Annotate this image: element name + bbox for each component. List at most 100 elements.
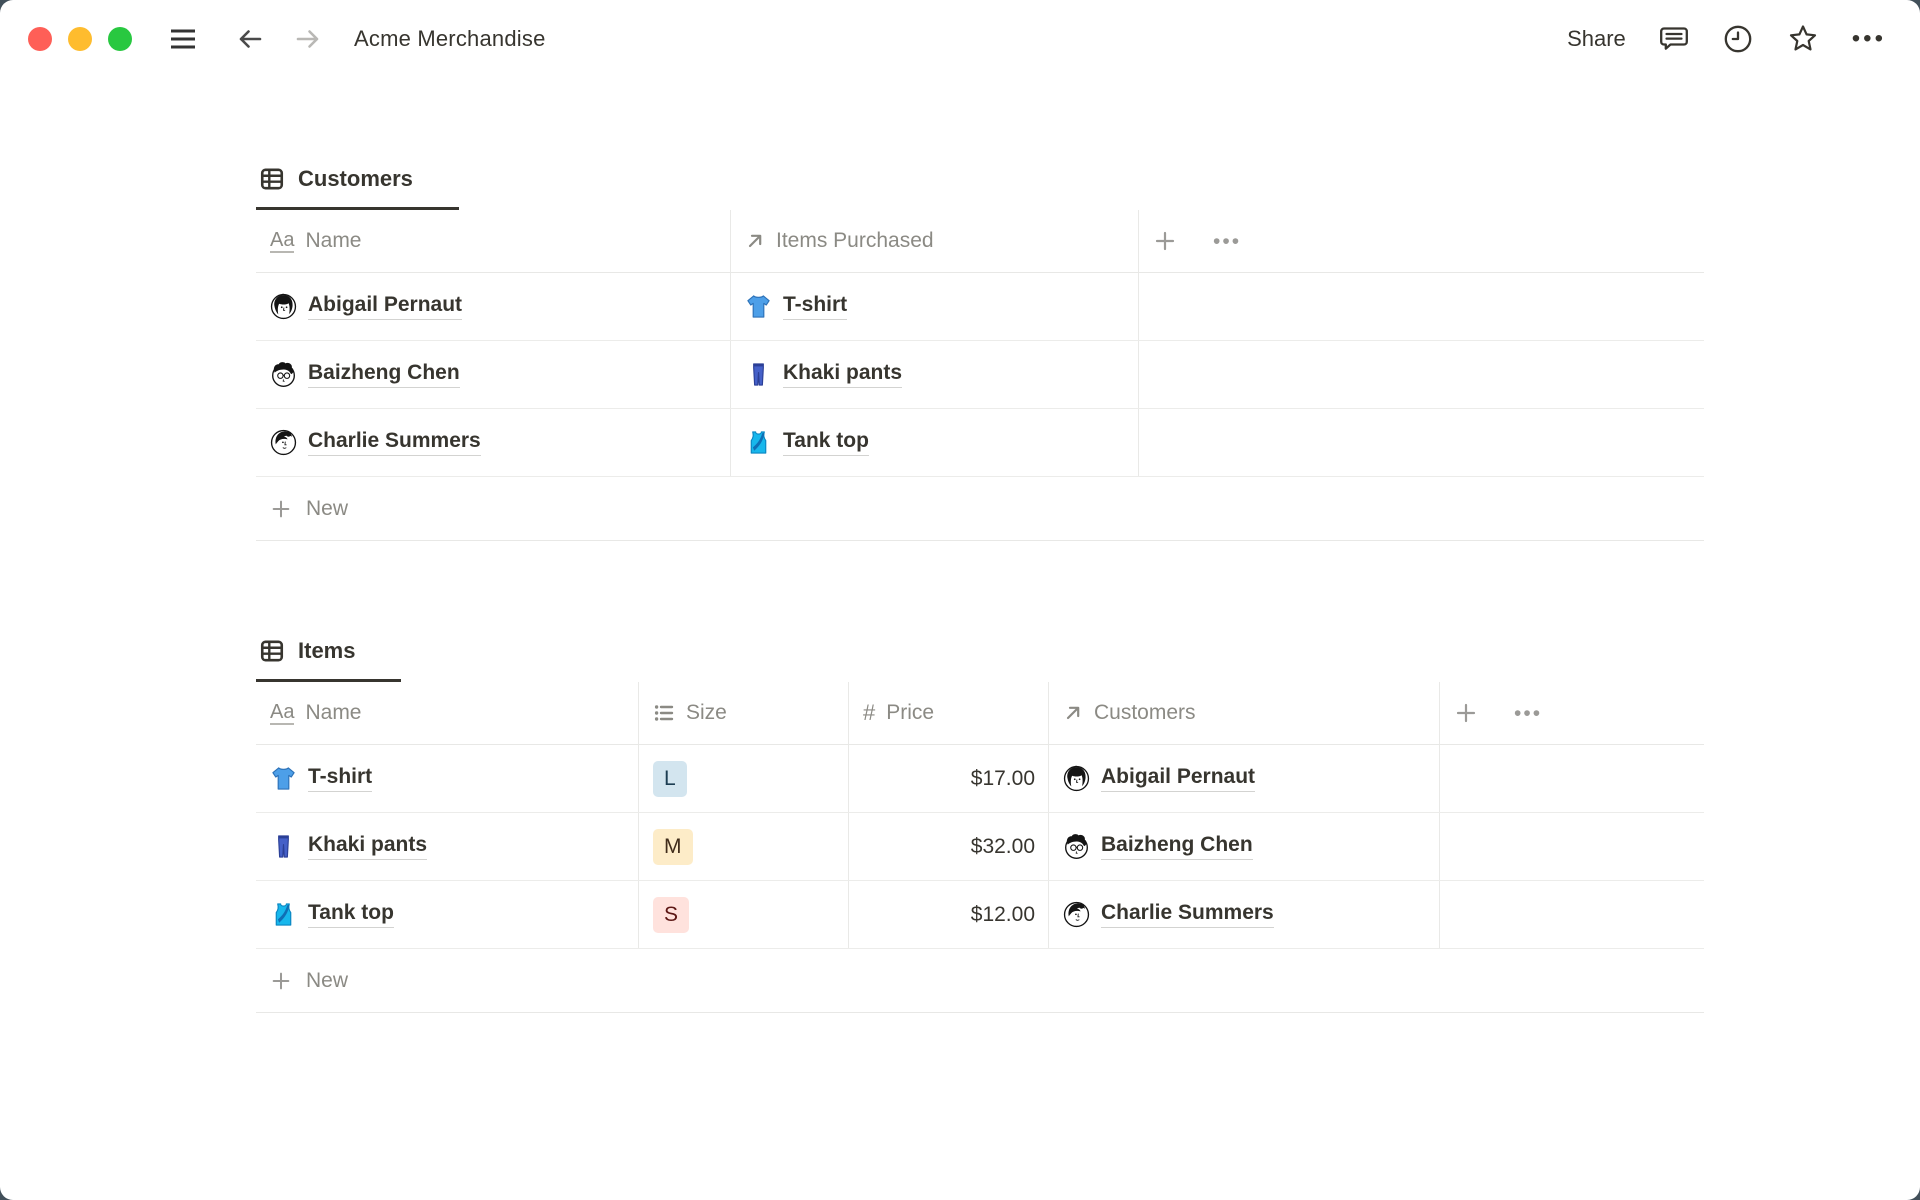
size-badge[interactable]: L: [653, 760, 687, 797]
traffic-lights: [28, 27, 132, 51]
add-column-button[interactable]: [1454, 701, 1478, 725]
comments-button[interactable]: [1658, 23, 1690, 55]
customers-header-row: Aa Name Items Purchased •••: [256, 210, 1704, 273]
size-cell[interactable]: S: [639, 881, 849, 948]
item-link[interactable]: Khaki pants: [745, 361, 903, 388]
relation-property-icon: [1063, 700, 1083, 727]
price-cell[interactable]: $17.00: [849, 745, 1049, 812]
size-badge[interactable]: S: [653, 896, 690, 933]
column-header-name[interactable]: Aa Name: [256, 682, 639, 744]
tanktop-icon: [270, 901, 297, 928]
customers-cell[interactable]: Charlie Summers: [1049, 881, 1440, 948]
tab-label: Items: [298, 637, 356, 663]
table-view-icon: [258, 165, 285, 192]
item-link[interactable]: Tank top: [745, 429, 869, 456]
price-cell[interactable]: $32.00: [849, 813, 1049, 880]
jeans-icon: [745, 361, 772, 388]
tshirt-icon: [270, 765, 297, 792]
new-item-row-button[interactable]: New: [256, 949, 1704, 1013]
name-cell[interactable]: Khaki pants: [256, 813, 639, 880]
items-purchased-cell[interactable]: T-shirt: [731, 273, 1139, 340]
tshirt-icon: [745, 293, 772, 320]
item-link[interactable]: Khaki pants: [270, 833, 428, 860]
star-icon: [1786, 22, 1820, 56]
table-view-icon: [258, 637, 285, 664]
tab-items[interactable]: Items: [256, 637, 402, 682]
forward-button[interactable]: [294, 25, 322, 53]
name-cell[interactable]: Baizheng Chen: [256, 341, 731, 408]
tanktop-icon: [745, 429, 772, 456]
customers-cell[interactable]: Abigail Pernaut: [1049, 745, 1440, 812]
back-arrow-icon: [236, 25, 264, 53]
abigail-avatar: [1063, 765, 1090, 792]
more-options-button[interactable]: •••: [1852, 27, 1886, 51]
forward-arrow-icon: [294, 25, 322, 53]
page-title: Acme Merchandise: [354, 26, 546, 51]
column-header-items-purchased[interactable]: Items Purchased: [731, 210, 1139, 272]
clock-icon: [1722, 23, 1754, 55]
customer-row[interactable]: Abigail Pernaut T-shirt: [256, 273, 1704, 341]
customer-link[interactable]: Abigail Pernaut: [270, 293, 463, 320]
favorite-button[interactable]: [1786, 22, 1820, 56]
add-column-button[interactable]: [1153, 229, 1177, 253]
back-button[interactable]: [236, 25, 264, 53]
new-customer-row-button[interactable]: New: [256, 477, 1704, 541]
app-window: Acme Merchandise Share ••• Customers Aa …: [0, 0, 1920, 1200]
select-property-icon: [653, 700, 675, 727]
items-header-row: Aa Name Size # Price Customers •••: [256, 682, 1704, 745]
column-label: Name: [305, 229, 362, 252]
customer-row[interactable]: Charlie Summers Tank top: [256, 409, 1704, 477]
item-link[interactable]: Tank top: [270, 901, 394, 928]
items-purchased-cell[interactable]: Tank top: [731, 409, 1139, 476]
column-label: Name: [305, 701, 362, 724]
customer-link[interactable]: Abigail Pernaut: [1063, 765, 1256, 792]
text-property-icon: Aa: [270, 700, 295, 725]
item-row[interactable]: Khaki pants M $32.00 Baizheng Chen: [256, 813, 1704, 881]
minimize-window-button[interactable]: [68, 27, 92, 51]
charlie-avatar: [1063, 901, 1090, 928]
baizheng-avatar: [270, 361, 297, 388]
column-header-name[interactable]: Aa Name: [256, 210, 731, 272]
name-cell[interactable]: T-shirt: [256, 745, 639, 812]
customer-link[interactable]: Baizheng Chen: [1063, 833, 1253, 860]
items-database: Items Aa Name Size # Price Customers •••…: [256, 637, 1704, 1013]
relation-property-icon: [745, 228, 765, 255]
table-options-icon[interactable]: •••: [1213, 231, 1241, 252]
name-cell[interactable]: Tank top: [256, 881, 639, 948]
item-row[interactable]: T-shirt L $17.00 Abigail Pernaut: [256, 745, 1704, 813]
ellipsis-icon: •••: [1851, 25, 1886, 52]
column-header-customers[interactable]: Customers: [1049, 682, 1440, 744]
customers-cell[interactable]: Baizheng Chen: [1049, 813, 1440, 880]
size-cell[interactable]: L: [639, 745, 849, 812]
comment-bubble-icon: [1658, 23, 1690, 55]
price-cell[interactable]: $12.00: [849, 881, 1049, 948]
name-cell[interactable]: Abigail Pernaut: [256, 273, 731, 340]
item-row[interactable]: Tank top S $12.00 Charlie Summers: [256, 881, 1704, 949]
close-window-button[interactable]: [28, 27, 52, 51]
column-label: Size: [686, 701, 727, 724]
item-link[interactable]: T-shirt: [745, 293, 848, 320]
title-bar: Acme Merchandise Share •••: [0, 0, 1920, 78]
name-cell[interactable]: Charlie Summers: [256, 409, 731, 476]
item-link[interactable]: T-shirt: [270, 765, 373, 792]
column-header-price[interactable]: # Price: [849, 682, 1049, 744]
share-button[interactable]: Share: [1567, 26, 1626, 52]
table-options-icon[interactable]: •••: [1514, 703, 1542, 724]
column-header-size[interactable]: Size: [639, 682, 849, 744]
customer-link[interactable]: Charlie Summers: [270, 429, 481, 456]
jeans-icon: [270, 833, 297, 860]
tab-customers[interactable]: Customers: [256, 165, 459, 210]
text-property-icon: Aa: [270, 228, 295, 253]
history-button[interactable]: [1722, 23, 1754, 55]
plus-icon: [270, 970, 292, 992]
items-purchased-cell[interactable]: Khaki pants: [731, 341, 1139, 408]
customer-link[interactable]: Charlie Summers: [1063, 901, 1274, 928]
size-cell[interactable]: M: [639, 813, 849, 880]
sidebar-toggle-button[interactable]: [168, 26, 198, 52]
column-label: Customers: [1094, 701, 1196, 724]
zoom-window-button[interactable]: [108, 27, 132, 51]
size-badge[interactable]: M: [653, 828, 693, 865]
customer-row[interactable]: Baizheng Chen Khaki pants: [256, 341, 1704, 409]
customer-link[interactable]: Baizheng Chen: [270, 361, 460, 388]
number-property-icon: #: [863, 700, 876, 725]
